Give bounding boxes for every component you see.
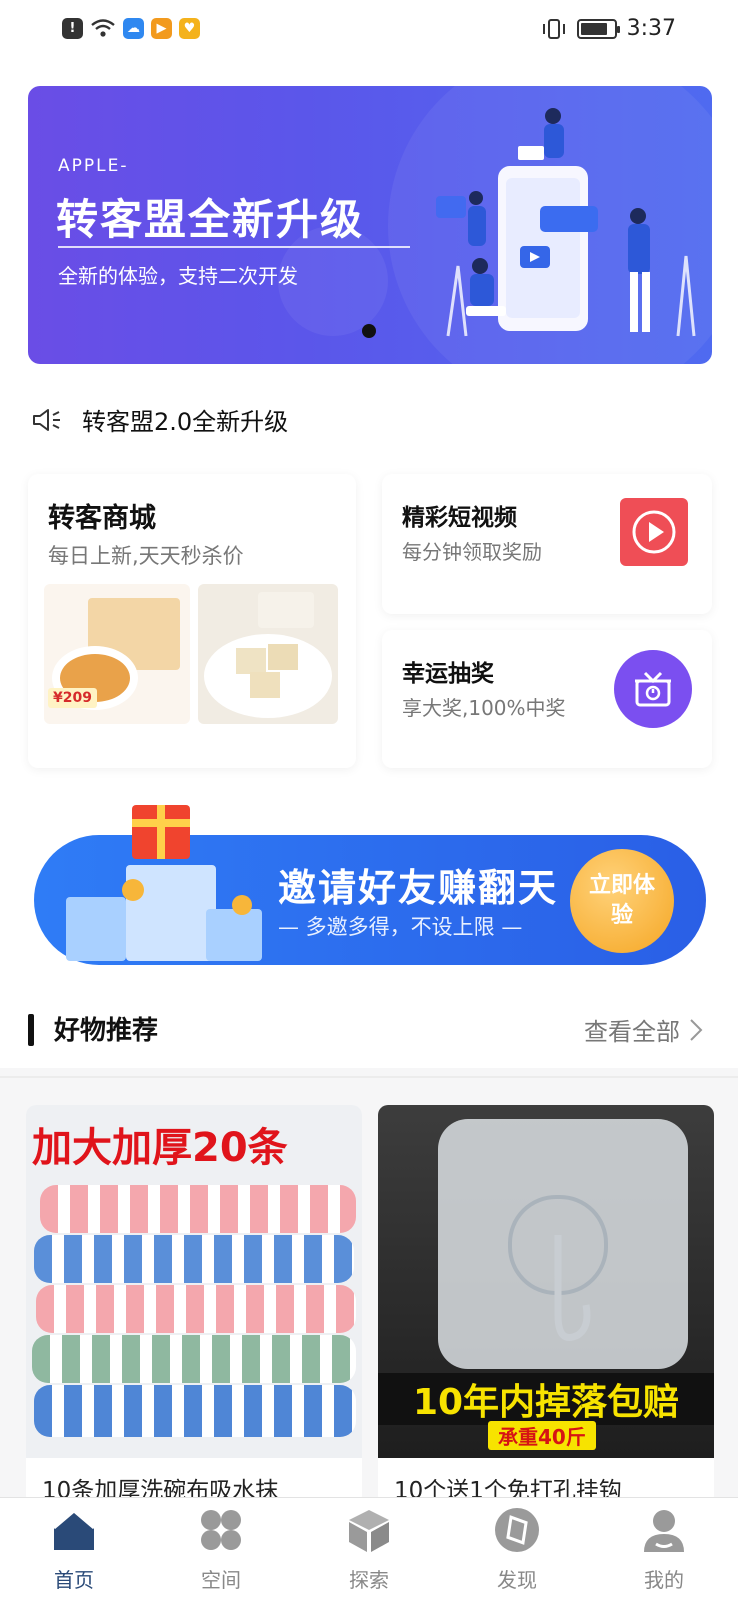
video-card[interactable]: 精彩短视频 每分钟领取奖励 xyxy=(382,474,712,614)
see-all-label: 查看全部 xyxy=(584,1018,680,1046)
mall-price-tag: ¥209 xyxy=(48,688,97,708)
buildings-illustration xyxy=(56,845,286,965)
video-title: 精彩短视频 xyxy=(402,505,517,531)
product-image-towels: 加大加厚20条 xyxy=(26,1105,362,1458)
gift-icon xyxy=(614,650,692,728)
mall-subtitle: 每日上新,天天秒杀价 xyxy=(48,544,244,568)
tab-label: 我的 xyxy=(644,1568,684,1592)
lottery-card[interactable]: 幸运抽奖 享大奖,100%中奖 xyxy=(382,630,712,768)
tab-profile[interactable]: 我的 xyxy=(604,1506,724,1593)
play-icon xyxy=(620,498,688,566)
product-image-hook: 10年内掉落包赔 承重40斤 xyxy=(378,1105,714,1458)
compass-icon xyxy=(495,1508,539,1552)
tab-label: 首页 xyxy=(54,1568,94,1592)
section-marker xyxy=(28,1014,34,1046)
banner-subtitle: APPLE- xyxy=(58,156,129,176)
section-title: 好物推荐 xyxy=(54,1016,159,1046)
status-notifications: ! ☁ ▶ ♥ xyxy=(62,17,200,39)
mall-card[interactable]: 转客商城 每日上新,天天秒杀价 ¥209 xyxy=(28,474,356,768)
bottom-tab-bar: 首页 空间 探索 发现 我的 xyxy=(0,1497,738,1600)
mall-product-image-2 xyxy=(198,584,338,724)
see-all-link[interactable]: 查看全部 xyxy=(584,1012,704,1047)
wifi-icon xyxy=(91,19,115,37)
status-time: 3:37 xyxy=(626,16,676,41)
promo-banner[interactable]: APPLE- 转客盟全新升级 全新的体验，支持二次开发 xyxy=(28,86,712,364)
tab-label: 空间 xyxy=(201,1568,241,1592)
video-subtitle: 每分钟领取奖励 xyxy=(402,540,542,564)
tab-discover[interactable]: 发现 xyxy=(457,1506,577,1593)
grid-icon xyxy=(201,1510,241,1550)
box-icon xyxy=(349,1510,389,1552)
tab-space[interactable]: 空间 xyxy=(161,1506,281,1593)
heart-app-icon: ♥ xyxy=(179,17,200,39)
product-card[interactable]: 10年内掉落包赔 承重40斤 10个送1个免打孔挂钩 xyxy=(378,1105,714,1505)
cloud-app-icon: ☁ xyxy=(123,17,144,39)
tab-explore[interactable]: 探索 xyxy=(309,1506,429,1593)
status-bar: ! ☁ ▶ ♥ 3:37 xyxy=(0,0,738,58)
announcement-text: 转客盟2.0全新升级 xyxy=(82,408,289,436)
announcement-bar[interactable]: 转客盟2.0全新升级 xyxy=(32,402,288,437)
banner-illustration xyxy=(436,108,696,337)
product-card[interactable]: 加大加厚20条 10条加厚洗碗布吸水抹 xyxy=(26,1105,362,1505)
banner-description: 全新的体验，支持二次开发 xyxy=(58,264,298,288)
lottery-subtitle: 享大奖,100%中奖 xyxy=(402,696,566,720)
invite-subtitle: — 多邀多得，不设上限 — xyxy=(278,915,523,939)
mall-product-image-1: ¥209 xyxy=(44,584,190,724)
invite-cta-label: 立即体验 xyxy=(588,873,655,928)
lottery-title: 幸运抽奖 xyxy=(402,661,494,687)
chevron-right-icon xyxy=(690,1018,703,1041)
alert-icon: ! xyxy=(62,17,83,39)
speaker-icon xyxy=(33,408,60,431)
invite-title: 邀请好友赚翻天 xyxy=(278,866,559,910)
invite-banner[interactable]: 邀请好友赚翻天 — 多邀多得，不设上限 — 立即体验 xyxy=(34,805,706,965)
tab-label: 发现 xyxy=(497,1568,537,1592)
section-divider xyxy=(0,1076,738,1078)
home-icon xyxy=(53,1509,95,1550)
tab-home[interactable]: 首页 xyxy=(14,1506,134,1593)
vibrate-icon xyxy=(542,18,565,39)
gift-box-icon xyxy=(132,805,190,859)
banner-title: 转客盟全新升级 xyxy=(56,195,365,244)
user-icon xyxy=(644,1510,684,1552)
battery-icon xyxy=(576,18,620,39)
tab-label: 探索 xyxy=(349,1568,389,1592)
invite-cta-button[interactable]: 立即体验 xyxy=(570,849,674,953)
product-badge: 承重40斤 xyxy=(488,1421,596,1450)
product-overlay-text: 加大加厚20条 xyxy=(32,1125,288,1171)
mall-title: 转客商城 xyxy=(48,503,156,534)
product-overlay-text: 10年内掉落包赔 xyxy=(378,1373,714,1425)
banner-divider xyxy=(58,246,410,248)
carousel-indicator[interactable] xyxy=(362,324,376,338)
video-app-icon: ▶ xyxy=(151,17,172,39)
